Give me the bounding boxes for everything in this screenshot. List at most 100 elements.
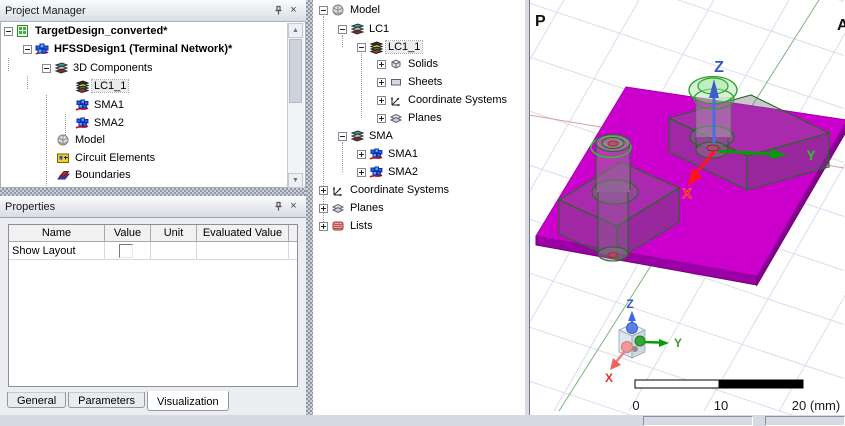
collapse-toggle-icon[interactable] (319, 5, 328, 15)
mt-planes-label: Planes (408, 112, 442, 124)
mt-row-solids[interactable]: Solids (377, 56, 440, 72)
components-stack-icon (350, 22, 364, 36)
mt-sma1-label: SMA1 (388, 148, 418, 160)
column-header-value: Value (105, 225, 151, 242)
tree-connector (342, 142, 343, 172)
collapse-toggle-icon[interactable] (338, 131, 347, 141)
scroll-down-button[interactable]: ▼ (288, 173, 303, 188)
close-icon[interactable]: × (286, 3, 301, 18)
tab-parameters[interactable]: Parameters (68, 392, 145, 408)
pm-lc1-1-label: LC1_1 (90, 79, 130, 93)
mt-lc1-label: LC1 (369, 23, 390, 35)
pm-row-3d-components[interactable]: 3D Components (42, 60, 155, 76)
project-manager-titlebar: Project Manager × (0, 0, 306, 22)
mt-row-planes[interactable]: Planes (377, 110, 444, 126)
expand-toggle-icon[interactable] (377, 113, 386, 123)
collapse-toggle-icon[interactable] (23, 44, 32, 54)
column-header-name: Name (9, 225, 105, 242)
expand-toggle-icon[interactable] (357, 149, 366, 159)
tab-general[interactable]: General (7, 392, 67, 408)
mt-row-sma2[interactable]: SMA2 (357, 164, 420, 180)
scroll-up-button[interactable]: ▲ (288, 23, 303, 38)
mt-row-coordinate-systems[interactable]: Coordinate Systems (377, 92, 509, 108)
mt-row-root-lists[interactable]: Lists (319, 218, 375, 234)
pm-row-sma2[interactable]: SMA2 (75, 115, 126, 131)
mt-row-lc1[interactable]: LC1 (338, 21, 391, 37)
mt-root-lists-label: Lists (350, 220, 373, 232)
model-tree-panel[interactable]: Model LC1 LC1_1 Solids Sheets Coordinate… (313, 0, 525, 415)
tree-connector (46, 95, 47, 196)
scrollbar-thumb[interactable] (289, 39, 302, 103)
column-header-evaluated: Evaluated Value (197, 225, 289, 242)
mt-coordinate-systems-label: Coordinate Systems (408, 94, 508, 106)
project-manager-title: Project Manager (5, 4, 86, 17)
property-row-show-layout[interactable]: Show Layout (9, 242, 297, 260)
pm-row-sma1[interactable]: SMA1 (75, 97, 126, 113)
show-layout-checkbox[interactable] (119, 243, 133, 258)
y-axis-label: Y (806, 147, 816, 163)
mt-model-label: Model (350, 4, 380, 16)
collapse-toggle-icon[interactable] (357, 42, 366, 52)
properties-panel: Properties × Name Value Unit Evaluated V… (0, 196, 306, 415)
collapse-toggle-icon[interactable] (338, 24, 347, 34)
horizontal-splitter[interactable] (0, 188, 306, 196)
mt-sheets-label: Sheets (408, 76, 443, 88)
mt-root-planes-label: Planes (350, 202, 384, 214)
close-icon[interactable]: × (286, 199, 301, 214)
sma-component-icon (369, 165, 383, 179)
property-evaluated-cell (197, 242, 289, 259)
pin-icon[interactable] (271, 199, 286, 214)
pm-row-circuit-elements[interactable]: Circuit Elements (56, 150, 157, 166)
triad-y-label: Y (674, 336, 682, 350)
properties-titlebar: Properties × (0, 196, 306, 218)
expand-toggle-icon[interactable] (319, 221, 328, 231)
project-manager-panel: Project Manager × TargetDesign_converted… (0, 0, 306, 196)
pm-row-lc1-1[interactable]: LC1_1 (75, 78, 130, 94)
z-axis-label: Z (714, 59, 724, 76)
tree-connector (27, 76, 28, 89)
pm-row-model[interactable]: Model (56, 132, 107, 148)
mt-row-sma[interactable]: SMA (338, 128, 395, 144)
tab-visualization[interactable]: Visualization (147, 391, 229, 411)
viewport-corner-label-left: P (535, 13, 546, 30)
pm-scrollbar[interactable]: ▲ ▼ (287, 23, 304, 188)
mt-row-root-coordinate-systems[interactable]: Coordinate Systems (319, 182, 451, 198)
pm-row-project[interactable]: TargetDesign_converted* (4, 23, 169, 39)
sma-component-icon (75, 98, 89, 112)
coordinate-system-icon (331, 183, 345, 197)
pm-circuit-elements-label: Circuit Elements (75, 152, 156, 164)
planes-icon (331, 201, 345, 215)
project-tree[interactable]: TargetDesign_converted* HFSSDesign1 (Ter… (0, 21, 306, 196)
pm-design-label: HFSSDesign1 (Terminal Network)* (54, 43, 233, 55)
pm-row-boundaries[interactable]: Boundaries (56, 167, 133, 183)
expand-toggle-icon[interactable] (377, 95, 386, 105)
expand-toggle-icon[interactable] (377, 59, 386, 69)
expand-toggle-icon[interactable] (377, 77, 386, 87)
expand-toggle-icon[interactable] (319, 203, 328, 213)
mt-row-sma1[interactable]: SMA1 (357, 146, 420, 162)
expand-toggle-icon[interactable] (357, 167, 366, 177)
collapse-toggle-icon[interactable] (42, 63, 51, 73)
column-header-filler (289, 225, 297, 242)
expand-toggle-icon[interactable] (319, 185, 328, 195)
triad-x-label: X (605, 371, 613, 385)
components-stack-icon (54, 61, 68, 75)
pm-row-design[interactable]: HFSSDesign1 (Terminal Network)* (23, 41, 234, 57)
sma-component-icon (369, 147, 383, 161)
mt-row-lc1-1[interactable]: LC1_1 (357, 39, 424, 55)
vertical-splitter[interactable] (306, 0, 313, 423)
hfss-app-window: { "app": {"background": "#D5DAE3"}, "win… (0, 0, 845, 426)
column-header-unit: Unit (151, 225, 197, 242)
3d-viewport[interactable]: Z Y X Z Y X 0 10 20 (mm) P A (529, 0, 845, 415)
mt-row-root-planes[interactable]: Planes (319, 200, 386, 216)
properties-title: Properties (5, 200, 56, 213)
scale-tick-0: 0 (632, 398, 639, 413)
pm-sma2-label: SMA2 (94, 117, 124, 129)
mt-row-model[interactable]: Model (319, 2, 382, 18)
pin-icon[interactable] (271, 3, 286, 18)
mt-sma2-label: SMA2 (388, 166, 418, 178)
layers-icon (75, 79, 89, 93)
mt-row-sheets[interactable]: Sheets (377, 74, 444, 90)
collapse-toggle-icon[interactable] (4, 26, 13, 36)
hfss-design-icon (35, 42, 49, 56)
